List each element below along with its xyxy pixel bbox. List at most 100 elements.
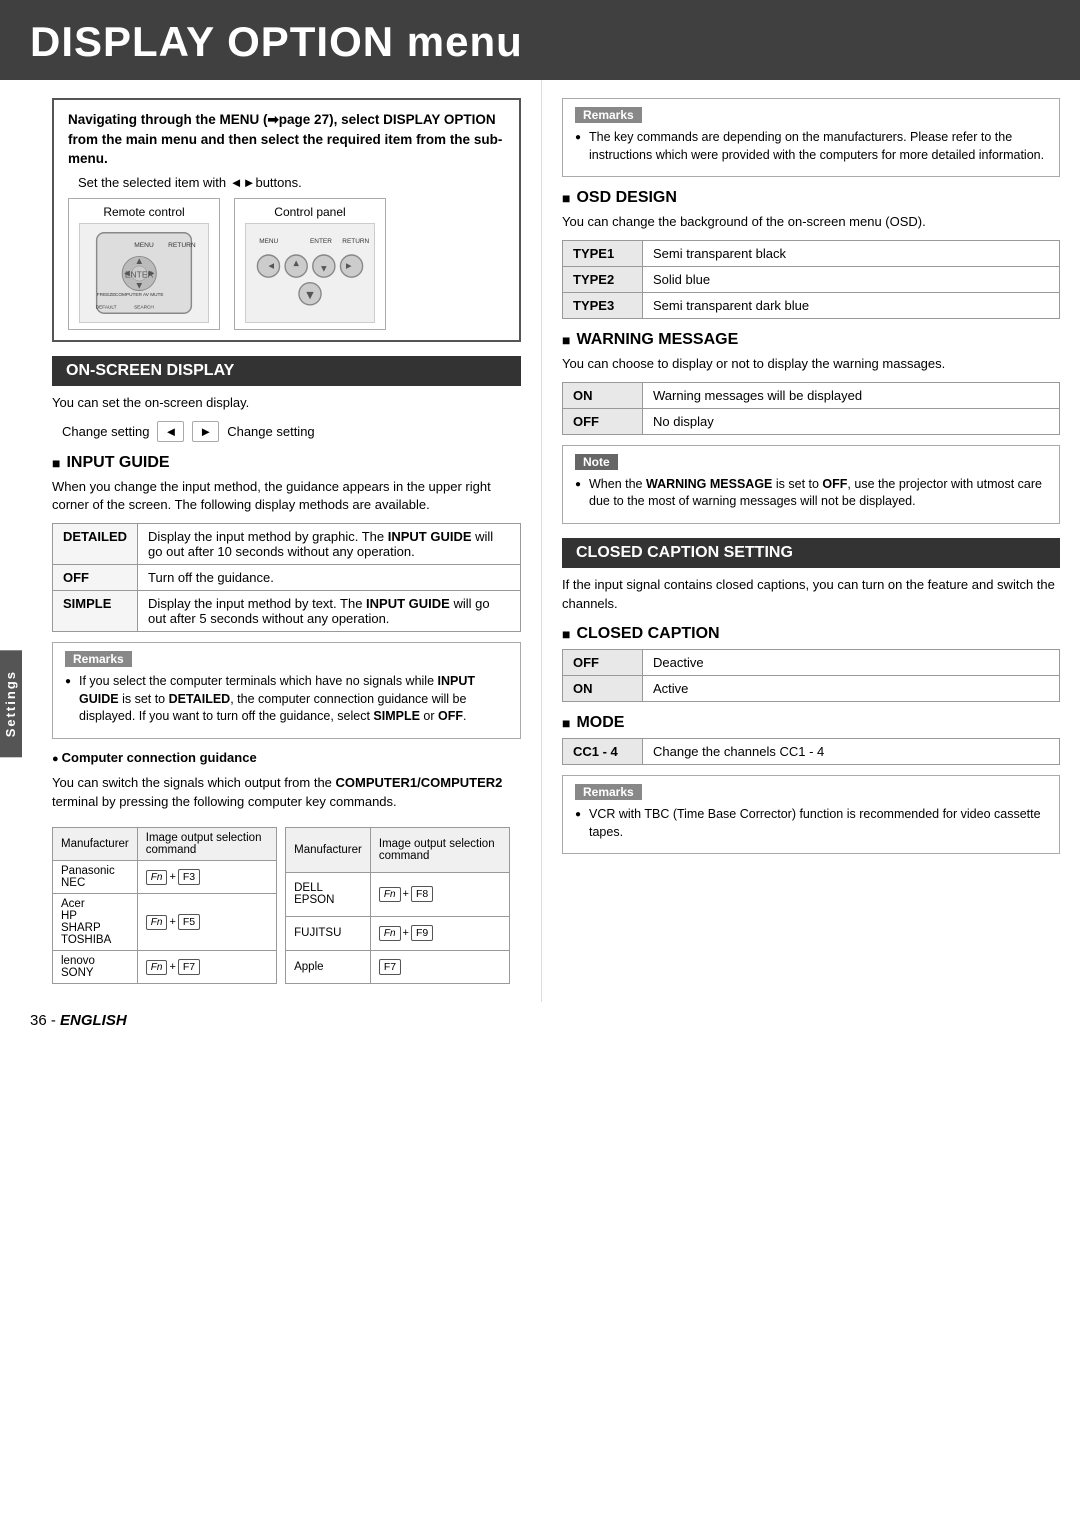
table-row: DELLEPSON Fn + F8: [286, 872, 510, 916]
mfr-fujitsu: FUJITSU: [286, 917, 371, 951]
mode-remarks-box: Remarks VCR with TBC (Time Base Correcto…: [562, 775, 1060, 854]
on-screen-display-body: You can set the on-screen display.: [52, 394, 521, 413]
cc-off-key: OFF: [563, 650, 643, 676]
table-row: ON Warning messages will be displayed: [563, 382, 1060, 408]
off-key: OFF: [563, 408, 643, 434]
intro-text: Navigating through the MENU (➡page 27), …: [68, 110, 505, 169]
cc-on-key: ON: [563, 676, 643, 702]
mfr-apple: Apple: [286, 950, 371, 984]
fn-key: Fn: [146, 960, 168, 975]
type2-key: TYPE2: [563, 266, 643, 292]
type1-value: Semi transparent black: [643, 240, 1060, 266]
table-row: OFF No display: [563, 408, 1060, 434]
f7-only-key: F7: [379, 959, 401, 975]
mfr-lenovo-sony: lenovoSONY: [53, 951, 138, 984]
warning-message-section: WARNING MESSAGE You can choose to displa…: [562, 331, 1060, 524]
table-row: Manufacturer Image output selection comm…: [53, 828, 277, 861]
closed-caption-setting-header: CLOSED CAPTION SETTING: [562, 538, 1060, 568]
key-combo-fn-f8: Fn + F8: [379, 886, 433, 902]
f3-key: F3: [178, 869, 200, 885]
page-title: DISPLAY OPTION menu: [30, 18, 1050, 66]
change-setting-row: Change setting ◄ ► Change setting: [62, 421, 521, 442]
table-row: FUJITSU Fn + F9: [286, 917, 510, 951]
panel-image: MENU ENTER RETURN: [245, 223, 375, 323]
closed-caption-header: CLOSED CAPTION: [562, 625, 1060, 643]
table-row: AcerHPSHARPTOSHIBA Fn + F5: [53, 894, 277, 951]
detailed-value: Display the input method by graphic. The…: [138, 524, 521, 565]
type3-value: Semi transparent dark blue: [643, 292, 1060, 318]
on-screen-display-section: ON-SCREEN DISPLAY You can set the on-scr…: [52, 356, 521, 442]
fn-key: Fn: [146, 870, 168, 885]
mfr-acer-hp: AcerHPSHARPTOSHIBA: [53, 894, 138, 951]
warning-message-header: WARNING MESSAGE: [562, 331, 1060, 349]
sidebar-settings-label: Settings: [0, 650, 22, 757]
osd-design-section: OSD DESIGN You can change the background…: [562, 189, 1060, 319]
page-header: DISPLAY OPTION menu: [0, 0, 1080, 80]
table-row: OFF Deactive: [563, 650, 1060, 676]
warning-message-body: You can choose to display or not to disp…: [562, 355, 1060, 374]
computer-connection-title: Computer connection guidance: [52, 749, 521, 768]
cc-on-value: Active: [643, 676, 1060, 702]
table-row: OFF Turn off the guidance.: [53, 565, 521, 591]
f8-key: F8: [411, 886, 433, 902]
cmd-fn-f3: Fn + F3: [137, 861, 276, 894]
table-row: TYPE1 Semi transparent black: [563, 240, 1060, 266]
mode-header: MODE: [562, 714, 1060, 732]
input-guide-remarks: Remarks If you select the computer termi…: [52, 642, 521, 739]
remote-control-diagram: Remote control MENU RETURN ENTER: [68, 198, 220, 330]
table-row: DETAILED Display the input method by gra…: [53, 524, 521, 565]
key-combo-fn-f9: Fn + F9: [379, 925, 433, 941]
left-arrow-btn[interactable]: ◄: [157, 421, 184, 442]
input-guide-body: When you change the input method, the gu…: [52, 478, 521, 516]
svg-text:ENTER: ENTER: [310, 238, 332, 245]
svg-text:RETURN: RETURN: [168, 242, 196, 249]
table-row: SIMPLE Display the input method by text.…: [53, 591, 521, 632]
mfr-panasonic-nec: PanasonicNEC: [53, 861, 138, 894]
key-combo-fn-f5: Fn + F5: [146, 914, 200, 930]
key-combo-fn-f7: Fn + F7: [146, 959, 200, 975]
f7-key: F7: [178, 959, 200, 975]
closed-caption-table: OFF Deactive ON Active: [562, 649, 1060, 702]
footer-suffix: ENGLISH: [60, 1012, 127, 1029]
type2-value: Solid blue: [643, 266, 1060, 292]
osd-design-body: You can change the background of the on-…: [562, 213, 1060, 232]
key-combo-fn-f3: Fn + F3: [146, 869, 200, 885]
col-manufacturer: Manufacturer: [286, 828, 371, 872]
col-command: Image output selection command: [137, 828, 276, 861]
cc1-4-value: Change the channels CC1 - 4: [643, 739, 1060, 765]
table-row: ON Active: [563, 676, 1060, 702]
computer-connection-section: Computer connection guidance You can swi…: [52, 749, 521, 985]
cmd-fn-f9: Fn + F9: [370, 917, 509, 951]
off-key: OFF: [53, 565, 138, 591]
svg-text:COMPUTER AV MUTE: COMPUTER AV MUTE: [115, 292, 164, 298]
input-guide-section: INPUT GUIDE When you change the input me…: [52, 454, 521, 739]
cmd-fn-f7: Fn + F7: [137, 951, 276, 984]
svg-text:RETURN: RETURN: [342, 238, 369, 245]
svg-text:MENU: MENU: [134, 242, 154, 249]
list-item: When the WARNING MESSAGE is set to OFF, …: [575, 476, 1047, 511]
right-remarks-box: Remarks The key commands are depending o…: [562, 98, 1060, 177]
svg-text:DEFAULT: DEFAULT: [96, 304, 117, 310]
key-combo-f7: F7: [379, 959, 401, 975]
cmd-fn-f5: Fn + F5: [137, 894, 276, 951]
on-screen-display-header: ON-SCREEN DISPLAY: [52, 356, 521, 386]
footer-prefix: 36 -: [30, 1012, 60, 1029]
right-column: Remarks The key commands are depending o…: [542, 80, 1080, 1002]
cmd-fn-f8: Fn + F8: [370, 872, 509, 916]
list-item: VCR with TBC (Time Base Corrector) funct…: [575, 806, 1047, 841]
computer-tables: Manufacturer Image output selection comm…: [52, 819, 521, 984]
panel-svg: MENU ENTER RETURN: [250, 228, 370, 318]
mfr-dell-epson: DELLEPSON: [286, 872, 371, 916]
left-column: Navigating through the MENU (➡page 27), …: [22, 80, 542, 1002]
page-footer: 36 - ENGLISH: [0, 1002, 1080, 1039]
list-item: The key commands are depending on the ma…: [575, 129, 1047, 164]
intro-box: Navigating through the MENU (➡page 27), …: [52, 98, 521, 342]
col-manufacturer: Manufacturer: [53, 828, 138, 861]
comp-table-2: Manufacturer Image output selection comm…: [285, 827, 510, 984]
right-arrow-btn[interactable]: ►: [192, 421, 219, 442]
on-value: Warning messages will be displayed: [643, 382, 1060, 408]
mode-section: MODE CC1 - 4 Change the channels CC1 - 4…: [562, 714, 1060, 854]
table-row: lenovoSONY Fn + F7: [53, 951, 277, 984]
detailed-key: DETAILED: [53, 524, 138, 565]
simple-value: Display the input method by text. The IN…: [138, 591, 521, 632]
